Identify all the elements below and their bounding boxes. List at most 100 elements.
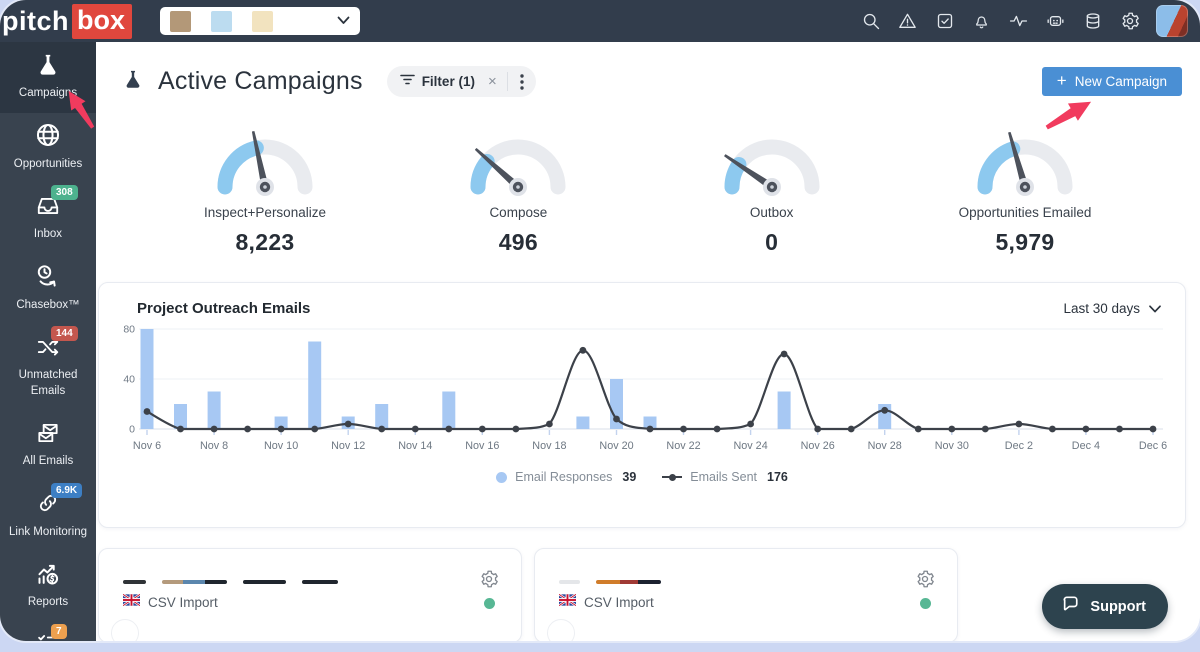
chat-bubble-icon: [1060, 594, 1081, 619]
svg-text:Nov 6: Nov 6: [133, 440, 161, 452]
svg-text:Nov 8: Nov 8: [200, 440, 228, 452]
bell-icon[interactable]: [971, 11, 992, 32]
pitchbox-logo[interactable]: pitch box: [2, 4, 132, 39]
campaign-cards-row: CSV Import CSV Import: [98, 548, 1186, 641]
svg-text:Nov 10: Nov 10: [264, 440, 298, 452]
database-icon[interactable]: [1082, 11, 1103, 32]
support-label: Support: [1090, 599, 1146, 615]
gauge-label: Compose: [489, 205, 547, 220]
campaign-card-1[interactable]: CSV Import: [98, 548, 522, 641]
date-range-label: Last 30 days: [1063, 301, 1140, 316]
logo-text-pitch: pitch: [2, 6, 69, 37]
gauge-dial: [199, 121, 331, 201]
gauge-label: Outbox: [750, 205, 794, 220]
svg-text:Nov 22: Nov 22: [666, 440, 700, 452]
status-dot: [484, 598, 495, 609]
badge-count: 308: [51, 185, 78, 200]
activity-icon[interactable]: [1008, 11, 1029, 32]
emails-icon: [33, 420, 63, 451]
plus-icon: +: [1057, 71, 1067, 91]
user-avatar[interactable]: [1156, 5, 1188, 37]
svg-text:Nov 16: Nov 16: [465, 440, 499, 452]
workspace-swatch-2: [211, 11, 232, 32]
page-title: Active Campaigns: [158, 67, 363, 96]
sidebar-item-label: Unmatched Emails: [2, 368, 94, 399]
svg-text:Nov 18: Nov 18: [532, 440, 566, 452]
sidebar-item-unmatched-emails[interactable]: 144 Unmatched Emails: [0, 324, 96, 410]
reports-icon: [33, 560, 63, 593]
sidebar-item-link-monitoring[interactable]: 6.9K Link Monitoring: [0, 481, 96, 552]
checkbox-icon[interactable]: [934, 11, 955, 32]
more-options-kebab-icon[interactable]: [512, 74, 532, 90]
filter-clear-icon[interactable]: ×: [482, 73, 503, 90]
search-icon[interactable]: [860, 11, 881, 32]
svg-text:Nov 14: Nov 14: [398, 440, 432, 452]
globe-icon: [34, 121, 62, 154]
svg-text:Nov 28: Nov 28: [868, 440, 902, 452]
sidebar-item-label: Campaigns: [19, 86, 77, 102]
new-campaign-button[interactable]: + New Campaign: [1042, 67, 1182, 96]
alert-triangle-icon[interactable]: [897, 11, 918, 32]
support-button[interactable]: Support: [1042, 584, 1168, 629]
logo-text-box: box: [72, 4, 132, 39]
gauge-label: Inspect+Personalize: [204, 205, 326, 220]
sidebar-item-label: Link Monitoring: [9, 525, 87, 541]
legend-label: Emails Sent: [690, 470, 757, 484]
topbar-icon-group: [860, 0, 1140, 42]
gauge-label: Opportunities Emailed: [959, 205, 1092, 220]
redacted-title-bar: [243, 580, 286, 584]
redacted-title-bar: [162, 580, 227, 584]
page-header: Active Campaigns Filter (1) × + New Camp…: [96, 42, 1200, 97]
redacted-title-bar: [123, 580, 146, 584]
legend-item-email-responses: Email Responses 39: [496, 470, 636, 484]
gear-icon[interactable]: [1119, 11, 1140, 32]
gear-icon[interactable]: [915, 569, 935, 594]
filter-chip[interactable]: Filter (1) ×: [387, 66, 536, 97]
app-window: pitch box Campaigns Opportunities308 Inb…: [0, 0, 1200, 641]
date-range-picker[interactable]: Last 30 days: [1063, 301, 1161, 316]
workspace-swatch-3: [252, 11, 273, 32]
gauge-dial: [959, 121, 1091, 201]
gauge-compose: Compose 496: [403, 121, 633, 256]
legend-value: 39: [622, 470, 636, 484]
robot-icon[interactable]: [1045, 11, 1066, 32]
badge-count: 7: [51, 624, 67, 639]
status-dot: [920, 598, 931, 609]
sidebar-item-label: Chasebox™: [16, 298, 79, 314]
redacted-title-bar: [596, 580, 661, 584]
sidebar-item-all-emails[interactable]: All Emails: [0, 410, 96, 481]
sidebar-item-campaigns[interactable]: Campaigns: [0, 42, 96, 113]
svg-text:Nov 26: Nov 26: [801, 440, 835, 452]
legend-label: Email Responses: [515, 470, 612, 484]
gear-icon[interactable]: [479, 569, 499, 594]
filter-chip-label: Filter (1): [422, 74, 475, 89]
sidebar-item-opportunities[interactable]: Opportunities: [0, 113, 96, 184]
redacted-title-bar: [302, 580, 338, 584]
svg-text:Dec 6: Dec 6: [1139, 440, 1167, 452]
workspace-swatch-1: [170, 11, 191, 32]
divider: [507, 72, 508, 91]
svg-text:Nov 30: Nov 30: [935, 440, 969, 452]
gauge-value: 0: [765, 229, 778, 256]
sidebar-item-chasebox[interactable]: Chasebox™: [0, 254, 96, 325]
redacted-title-bar: [559, 580, 580, 584]
legend-dot-marker: [496, 472, 507, 483]
campaign-card-2[interactable]: CSV Import: [534, 548, 958, 641]
uk-flag-icon: [559, 593, 576, 611]
sidebar-item-inbox[interactable]: 308 Inbox: [0, 183, 96, 254]
sidebar: Campaigns Opportunities308 Inbox Chasebo…: [0, 42, 96, 641]
sidebar-item-label: All Emails: [23, 454, 73, 470]
gauge-opportunities-emailed: Opportunities Emailed 5,979: [910, 121, 1140, 256]
outreach-chart-card: Project Outreach Emails Last 30 days 040…: [98, 282, 1186, 528]
gauges-row: Inspect+Personalize 8,223 Compose 496 Ou…: [96, 113, 1200, 256]
svg-text:Dec 4: Dec 4: [1072, 440, 1100, 452]
chevron-down-icon: [337, 12, 350, 30]
badge-count: 6.9K: [51, 483, 82, 498]
gauge-value: 8,223: [235, 229, 294, 256]
uk-flag-icon: [123, 593, 140, 611]
sidebar-item-tasks[interactable]: 7 Tasks: [0, 622, 96, 641]
workspace-selector[interactable]: [160, 7, 360, 35]
sidebar-item-reports[interactable]: Reports: [0, 551, 96, 622]
new-campaign-label: New Campaign: [1075, 74, 1167, 89]
svg-text:80: 80: [123, 324, 135, 336]
